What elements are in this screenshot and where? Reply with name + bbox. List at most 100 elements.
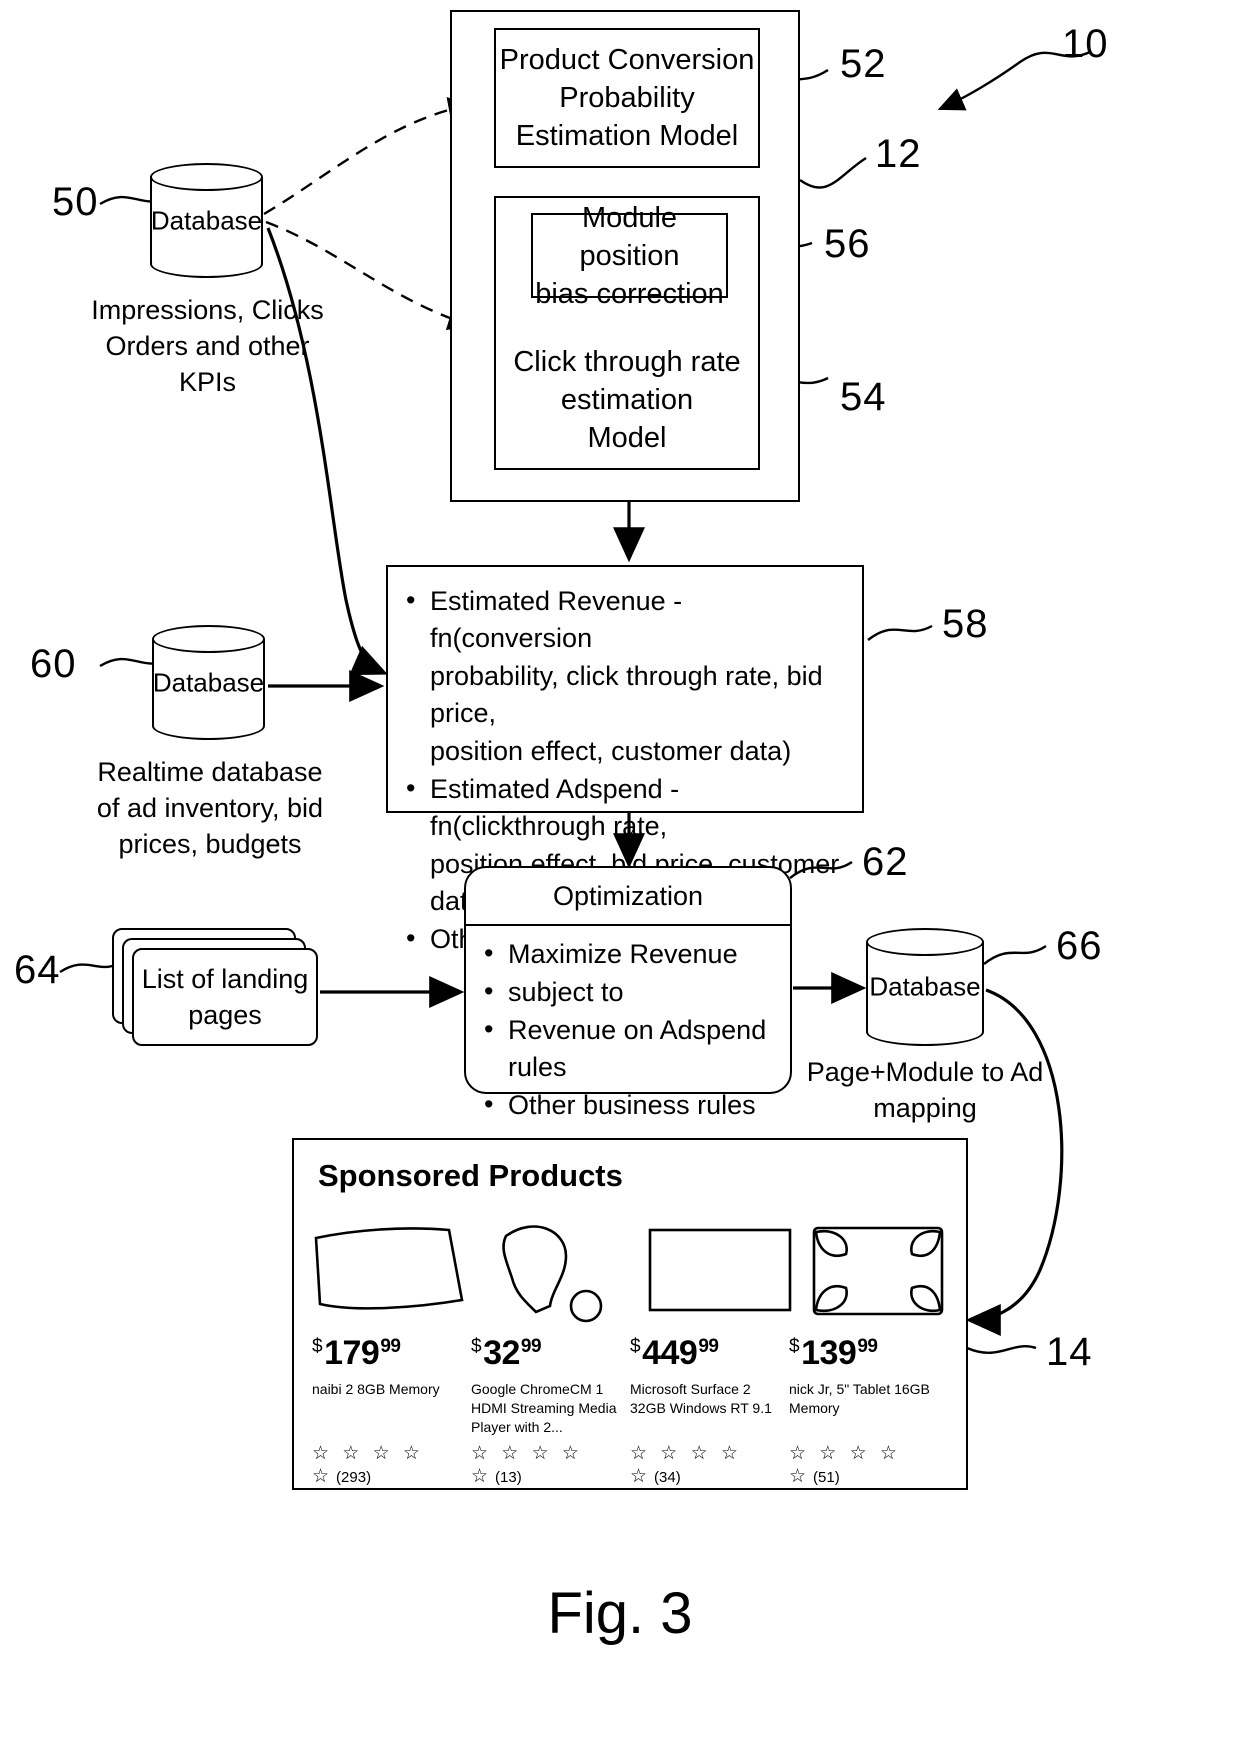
review-count: (293) bbox=[336, 1469, 372, 1486]
thumb-rounded-corners bbox=[812, 1226, 944, 1316]
landing-pages-line2: pages bbox=[188, 1000, 262, 1030]
product-thumbnails bbox=[314, 1225, 944, 1323]
mapping-database-caption: Page+Module to Ad mapping bbox=[800, 1050, 1050, 1130]
thumb-corner-br bbox=[910, 1285, 942, 1313]
price-cents: 99 bbox=[380, 1335, 401, 1357]
optimization-header-label: Optimization bbox=[552, 881, 704, 911]
estimate-item: Estimated Revenue - fn(conversion bbox=[402, 582, 848, 657]
mapping-caption-line2: mapping bbox=[873, 1093, 977, 1123]
bias-correction-line1: Module position bbox=[579, 201, 680, 272]
review-count: (51) bbox=[813, 1469, 840, 1486]
realtime-caption-line2: of ad inventory, bid bbox=[96, 792, 324, 823]
kpi-database-label: Database bbox=[150, 205, 263, 235]
price-dollars: 179 bbox=[324, 1334, 380, 1372]
ref-numeral-12: 12 bbox=[875, 132, 922, 176]
bias-correction-box: Module position bias correction bbox=[531, 202, 728, 310]
landing-pages-stack: List of landing pages bbox=[112, 928, 322, 1046]
kpi-database-cylinder: Database bbox=[150, 163, 263, 278]
ref-numeral-64: 64 bbox=[14, 948, 61, 992]
ctr-model-line1: Click through rate bbox=[513, 346, 741, 378]
ref-numeral-54: 54 bbox=[840, 375, 887, 419]
product-rating: ☆ ☆ ☆ ☆ ☆ (34) bbox=[630, 1442, 789, 1488]
review-count: (13) bbox=[495, 1469, 522, 1486]
thumb-corner-tl bbox=[814, 1229, 848, 1257]
realtime-caption-line3: prices, budgets bbox=[118, 828, 302, 859]
ctr-model-line2: estimation bbox=[560, 384, 694, 416]
product-card[interactable]: $44999 Microsoft Surface 2 32GB Windows … bbox=[630, 1334, 789, 1488]
product-rating: ☆ ☆ ☆ ☆ ☆ (13) bbox=[471, 1442, 630, 1488]
product-conversion-model-box: Product Conversion Probability Estimatio… bbox=[494, 28, 760, 168]
estimate-item: Estimated Adspend - fn(clickthrough rate… bbox=[402, 770, 848, 845]
cylinder-top bbox=[152, 625, 265, 653]
currency-symbol: $ bbox=[789, 1335, 800, 1357]
sponsored-products-module: Sponsored Products $17999 naibi 2 8GB Me… bbox=[292, 1138, 968, 1490]
product-description: naibi 2 8GB Memory bbox=[312, 1381, 440, 1397]
price-dollars: 449 bbox=[642, 1334, 698, 1372]
figure-caption: Fig. 3 bbox=[547, 1581, 693, 1646]
realtime-database-label: Database bbox=[152, 667, 265, 697]
cylinder-top bbox=[150, 163, 263, 191]
optimization-rule: subject to bbox=[480, 973, 790, 1011]
ref-numeral-50: 50 bbox=[52, 180, 99, 224]
price-cents: 99 bbox=[698, 1335, 719, 1357]
landing-pages-line1: List of landing bbox=[141, 964, 309, 994]
price-dollars: 32 bbox=[483, 1334, 520, 1372]
product-card[interactable]: $17999 naibi 2 8GB Memory ☆ ☆ ☆ ☆ ☆ (293) bbox=[312, 1334, 471, 1488]
currency-symbol: $ bbox=[630, 1335, 641, 1357]
price-cents: 99 bbox=[520, 1335, 542, 1357]
thumb-circle-accessory bbox=[569, 1289, 603, 1323]
conversion-model-line3: Estimation Model bbox=[515, 120, 739, 152]
product-rating: ☆ ☆ ☆ ☆ ☆ (51) bbox=[789, 1442, 948, 1488]
star-rating-icon: ☆ ☆ ☆ ☆ ☆ bbox=[630, 1443, 742, 1487]
mapping-database-label: Database bbox=[869, 971, 981, 1002]
ref-numeral-10: 10 bbox=[1062, 22, 1109, 66]
estimate-item: probability, click through rate, bid pri… bbox=[430, 661, 823, 728]
star-rating-icon: ☆ ☆ ☆ ☆ ☆ bbox=[471, 1443, 583, 1487]
ref-numeral-66: 66 bbox=[1056, 924, 1103, 968]
thumb-corner-tr bbox=[910, 1229, 942, 1257]
kpi-caption-line2: Orders and other bbox=[105, 330, 310, 361]
optimization-rules-list: Maximize Revenue subject to Revenue on A… bbox=[466, 926, 790, 1124]
currency-symbol: $ bbox=[312, 1335, 323, 1357]
ctr-model-line3: Model bbox=[587, 422, 667, 454]
thumb-blob-teardrop bbox=[502, 1225, 568, 1314]
ref-numeral-56: 56 bbox=[824, 222, 871, 266]
price-cents: 99 bbox=[857, 1335, 878, 1357]
realtime-database-cylinder: Database bbox=[152, 625, 265, 740]
patent-figure: Product Conversion Probability Estimatio… bbox=[0, 0, 1240, 1742]
ref-numeral-14: 14 bbox=[1046, 1330, 1093, 1374]
conversion-model-line1: Product Conversion bbox=[499, 44, 755, 76]
sponsored-products-title: Sponsored Products bbox=[318, 1158, 623, 1193]
thumb-rectangle bbox=[648, 1228, 792, 1312]
optimization-rule: Other business rules bbox=[480, 1086, 790, 1124]
product-card[interactable]: $3299 Google ChromeCM 1 HDMI Streaming M… bbox=[471, 1334, 630, 1488]
ref-numeral-60: 60 bbox=[30, 642, 77, 686]
thumb-corner-bl bbox=[814, 1285, 848, 1313]
review-count: (34) bbox=[654, 1469, 681, 1486]
optimization-rule: Revenue on Adspend rules bbox=[480, 1011, 790, 1086]
ref-numeral-62: 62 bbox=[862, 840, 909, 884]
product-price: $44999 bbox=[630, 1334, 789, 1373]
kpi-caption-line3: KPIs bbox=[178, 366, 237, 397]
optimization-rule: Maximize Revenue bbox=[480, 935, 790, 973]
product-rating: ☆ ☆ ☆ ☆ ☆ (293) bbox=[312, 1442, 471, 1488]
bias-correction-line2: bias correction bbox=[535, 277, 724, 310]
product-price: $17999 bbox=[312, 1334, 471, 1373]
kpi-caption-line1: Impressions, Clicks bbox=[91, 294, 324, 325]
product-price: $13999 bbox=[789, 1334, 948, 1373]
landing-page-sheet-front: List of landing pages bbox=[132, 948, 318, 1046]
realtime-database-caption: Realtime database of ad inventory, bid p… bbox=[85, 750, 335, 865]
estimate-item: position effect, customer data) bbox=[430, 736, 792, 766]
optimization-header: Optimization bbox=[466, 868, 790, 926]
currency-symbol: $ bbox=[471, 1335, 482, 1357]
estimates-box: Estimated Revenue - fn(conversion probab… bbox=[386, 565, 864, 957]
product-card[interactable]: $13999 nick Jr, 5" Tablet 16GB Memory ☆ … bbox=[789, 1334, 948, 1488]
star-rating-icon: ☆ ☆ ☆ ☆ ☆ bbox=[789, 1443, 901, 1487]
ref-numeral-52: 52 bbox=[840, 42, 887, 86]
realtime-caption-line1: Realtime database bbox=[97, 756, 323, 787]
mapping-database-cylinder: Database bbox=[866, 928, 984, 1046]
cylinder-top bbox=[866, 928, 984, 956]
product-price: $3299 bbox=[471, 1334, 630, 1373]
product-description: Google ChromeCM 1 HDMI Streaming Media P… bbox=[471, 1381, 617, 1435]
optimization-box: Optimization Maximize Revenue subject to… bbox=[464, 866, 792, 1123]
